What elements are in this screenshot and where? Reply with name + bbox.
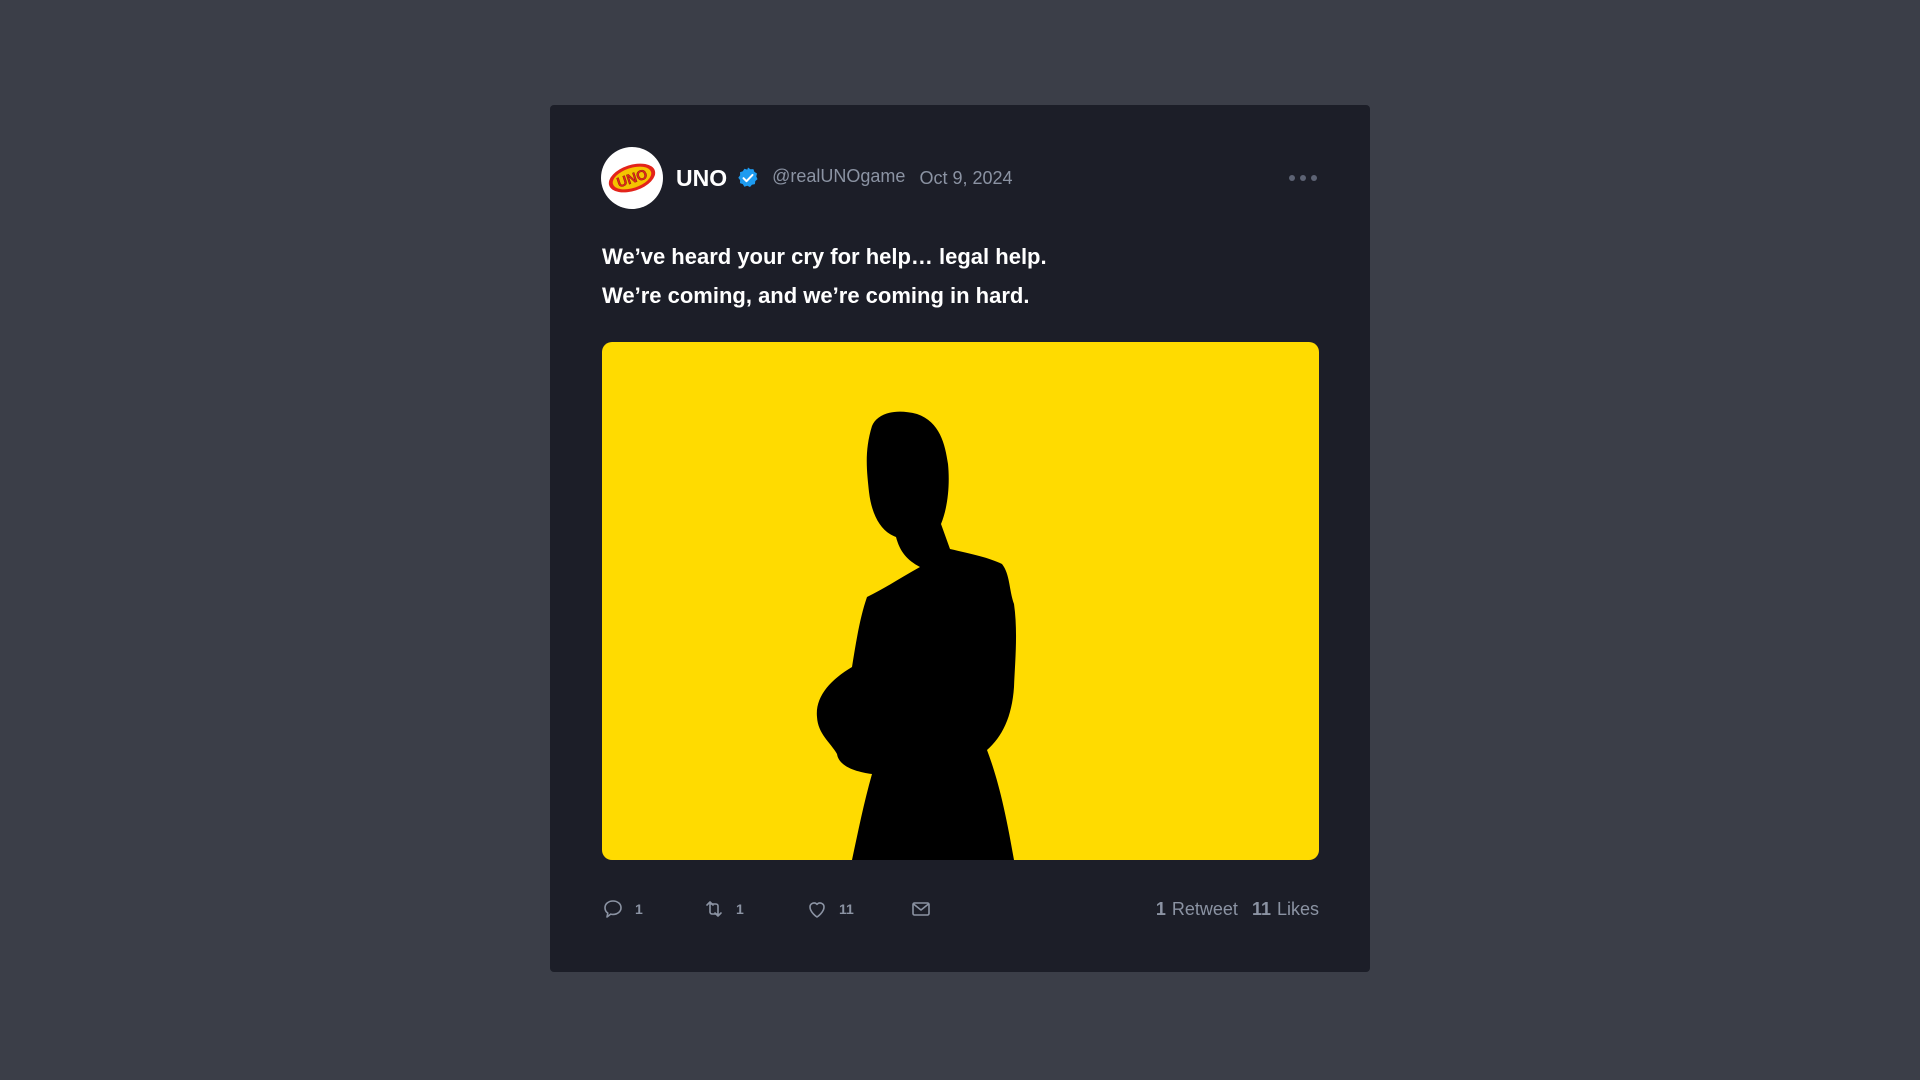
more-options-button[interactable] (1287, 163, 1319, 193)
tweet-media-image[interactable] (602, 342, 1319, 860)
uno-logo-icon: UNO (605, 151, 659, 205)
avatar[interactable]: UNO (601, 147, 663, 209)
retweet-count: 1 (736, 901, 744, 917)
retweets-label: Retweet (1171, 898, 1238, 919)
direct-message-button[interactable] (909, 897, 933, 921)
like-count: 11 (839, 901, 854, 917)
reply-count: 1 (635, 901, 643, 917)
retweet-icon (706, 901, 722, 917)
mail-icon (912, 902, 930, 916)
reply-button[interactable]: 1 (601, 897, 702, 921)
silhouette-image (816, 411, 1017, 860)
retweets-value: 1 (1155, 898, 1166, 919)
tweet-actions: 1 1 11 1 Retweet 11 Likes (601, 889, 1319, 929)
heart-icon (809, 902, 825, 918)
verified-badge-icon (738, 167, 758, 187)
user-handle[interactable]: @realUNOgame (772, 166, 905, 187)
like-button[interactable]: 11 (805, 897, 909, 921)
tweet-text-line: We’re coming, and we’re coming in hard. (602, 283, 1030, 308)
tweet-date[interactable]: Oct 9, 2024 (919, 168, 1012, 189)
tweet-text: We’ve heard your cry for help… legal hel… (602, 237, 1322, 315)
retweet-button[interactable]: 1 (702, 897, 805, 921)
likes-value: 11 (1251, 898, 1271, 919)
reply-icon (604, 900, 622, 918)
tweet-stats: 1 Retweet 11 Likes (1156, 899, 1319, 920)
retweets-stat[interactable]: 1 Retweet (1156, 899, 1238, 920)
likes-label: Likes (1276, 898, 1319, 919)
display-name[interactable]: UNO (676, 165, 727, 192)
tweet-header: UNO UNO @realUNOgame Oct 9, 2024 (601, 147, 1319, 209)
tweet-text-line: We’ve heard your cry for help… legal hel… (602, 244, 1047, 269)
tweet-card: UNO UNO @realUNOgame Oct 9, 2024 We’ve h… (550, 105, 1370, 972)
more-icon (1289, 175, 1295, 181)
likes-stat[interactable]: 11 Likes (1252, 899, 1319, 920)
